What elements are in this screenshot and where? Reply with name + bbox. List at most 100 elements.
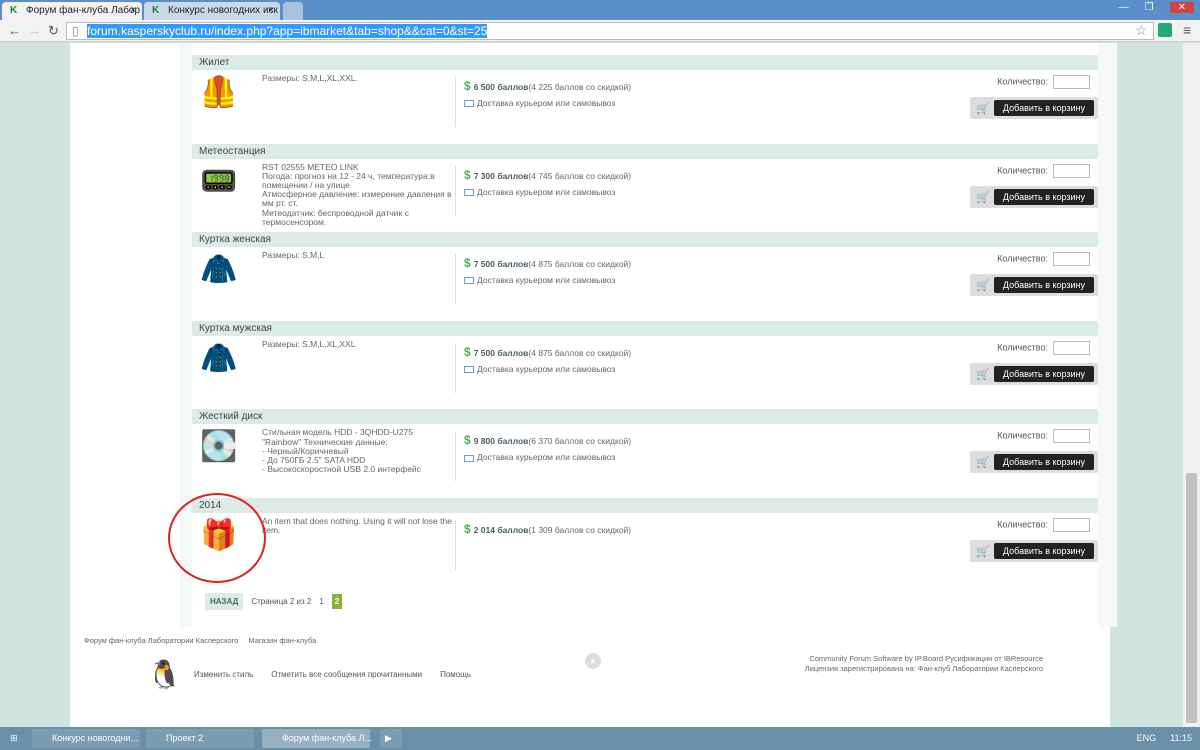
menu-icon[interactable]: ≡: [1183, 22, 1191, 38]
product-price: $7 500 баллов(4 875 баллов со скидкой): [464, 345, 631, 359]
divider: [455, 519, 456, 570]
pager-page-2[interactable]: 2: [331, 594, 343, 609]
close-window-icon[interactable]: ✕: [1169, 2, 1194, 13]
divider: [455, 165, 456, 216]
tab-forum[interactable]: K Форум фан-клуба Лабор ×: [2, 2, 142, 20]
kaspersky-icon: K: [152, 5, 160, 16]
system-tray: ENG 11:15: [1137, 733, 1192, 743]
quantity-input[interactable]: [1053, 252, 1090, 267]
quantity-input[interactable]: [1053, 429, 1090, 444]
pager-page-1[interactable]: 1: [319, 597, 323, 606]
quantity-field: Количество:: [997, 252, 1090, 267]
quantity-field: Количество:: [997, 429, 1090, 444]
jacket-green-icon[interactable]: 🧥: [200, 252, 238, 294]
reload-icon[interactable]: ↻: [48, 23, 59, 39]
divider: [455, 77, 456, 127]
footer-credits: Community Forum Software by IP.Board Рус…: [805, 654, 1043, 674]
dollar-icon: $: [464, 344, 471, 359]
discount-price: (1 309 баллов со скидкой): [528, 524, 632, 535]
cart-icon: 🛒: [976, 545, 990, 558]
footer-nav: Изменить стиль Отметить все сообщения про…: [194, 670, 489, 679]
vest-icon[interactable]: 🦺: [200, 75, 238, 117]
taskbar: ⊞ Конкурс новогодни... Проект 2 Форум фа…: [0, 727, 1200, 750]
weather-station-icon[interactable]: 📟: [200, 164, 238, 206]
quantity-field: Количество:: [997, 340, 1090, 355]
product-title: Жилет: [192, 55, 1098, 70]
product-list: Жилет 🦺 Размеры: S,M,L,XL,XXL. $6 500 ба…: [192, 55, 1098, 587]
price-value: 6 500 баллов: [473, 82, 529, 92]
product-description: Размеры: S,M,L,XL,XXL: [262, 338, 356, 349]
product-price: $6 500 баллов(4 225 баллов со скидкой): [464, 79, 631, 93]
quantity-input[interactable]: [1053, 163, 1090, 178]
add-to-cart-button[interactable]: Добавить в корзину: [994, 188, 1094, 205]
license-line: Лицензия зарегистрирована на: Фан-клуб Л…: [804, 664, 1043, 673]
taskbar-item-folder[interactable]: Проект 2: [146, 729, 254, 748]
mark-read-link[interactable]: Отметить все сообщения прочитанными: [271, 670, 422, 679]
credit-line: Community Forum Software by IP.Board Рус…: [809, 654, 1043, 663]
price-value: 7 300 баллов: [473, 170, 529, 181]
change-style-link[interactable]: Изменить стиль: [194, 670, 253, 679]
help-link[interactable]: Помощь: [440, 670, 471, 679]
quantity-input[interactable]: [1053, 75, 1090, 89]
forward-icon[interactable]: →: [28, 23, 41, 38]
footer-link-forum[interactable]: Форум фан-клуба Лаборатории Касперского: [84, 636, 238, 645]
delivery-info: Доставка курьером или самовывоз: [464, 452, 615, 462]
scrollbar[interactable]: [1183, 43, 1200, 727]
dollar-icon: $: [464, 167, 471, 182]
product-item: Куртка мужская 🧥 Размеры: S,M,L,XL,XXL $…: [192, 320, 1098, 410]
envelope-icon: [464, 454, 474, 462]
pager-back-button[interactable]: НАЗАД: [205, 593, 244, 610]
close-icon[interactable]: ×: [268, 5, 274, 16]
envelope-icon: [464, 366, 474, 374]
price-value: 7 500 баллов: [473, 259, 529, 270]
discount-price: (4 745 баллов со скидкой): [528, 170, 632, 181]
delivery-info: Доставка курьером или самовывоз: [464, 98, 615, 108]
close-icon[interactable]: ×: [130, 5, 136, 16]
language-indicator[interactable]: ENG: [1137, 733, 1157, 743]
taskbar-item-chrome[interactable]: Форум фан-клуба Л...: [262, 729, 372, 748]
new-tab-button[interactable]: [283, 2, 303, 20]
media-icon[interactable]: ▶: [380, 729, 402, 748]
scrollbar-thumb[interactable]: [1186, 473, 1197, 723]
delivery-info: Доставка курьером или самовывоз: [464, 187, 615, 197]
tab-label: Конкурс новогодних иск: [168, 5, 278, 16]
quantity-input[interactable]: [1053, 340, 1090, 355]
address-bar[interactable]: ▯ forum.kasperskyclub.ru/index.php?app=ib…: [66, 22, 1154, 40]
add-to-cart-button[interactable]: Добавить в корзину: [994, 277, 1094, 294]
back-to-top-icon[interactable]: ▲: [585, 653, 601, 669]
quantity-label: Количество:: [997, 430, 1048, 441]
pagination: НАЗАД Страница 2 из 2 1 2: [205, 593, 343, 610]
footer-link-shop[interactable]: Магазин фан-клуба: [248, 636, 316, 645]
add-to-cart-group: 🛒 Добавить в корзину: [970, 185, 1098, 208]
delivery-info: Доставка курьером или самовывоз: [464, 364, 615, 374]
quantity-field: Количество:: [997, 517, 1090, 532]
tab-contest[interactable]: K Конкурс новогодних иск ×: [144, 2, 280, 20]
restore-icon[interactable]: ❐: [1145, 2, 1154, 13]
add-to-cart-button[interactable]: Добавить в корзину: [994, 100, 1094, 116]
product-title: Жесткий диск: [192, 409, 1098, 425]
delivery-text: Доставка курьером или самовывоз: [477, 98, 616, 108]
add-to-cart-group: 🛒 Добавить в корзину: [970, 362, 1098, 385]
product-title: 2014: [192, 497, 1098, 513]
bookmark-star-icon[interactable]: ☆: [1135, 22, 1148, 39]
minimize-icon[interactable]: —: [1119, 2, 1129, 13]
product-item: Жилет 🦺 Размеры: S,M,L,XL,XXL. $6 500 ба…: [192, 55, 1098, 144]
hard-disk-icon[interactable]: 💽: [200, 429, 238, 471]
product-title: Куртка мужская: [192, 320, 1098, 336]
extension-icon[interactable]: [1158, 23, 1172, 37]
taskbar-item-ie[interactable]: Конкурс новогодни...: [32, 729, 140, 748]
quantity-input[interactable]: [1053, 517, 1090, 532]
quantity-field: Количество:: [997, 163, 1090, 178]
back-icon[interactable]: ←: [8, 23, 21, 38]
divider: [455, 431, 456, 482]
delivery-text: Доставка курьером или самовывоз: [477, 275, 616, 286]
add-to-cart-button[interactable]: Добавить в корзину: [994, 454, 1094, 471]
clock[interactable]: 11:15: [1170, 733, 1192, 743]
add-to-cart-group: 🛒 Добавить в корзину: [970, 451, 1098, 474]
add-to-cart-group: 🛒 Добавить в корзину: [970, 539, 1098, 562]
cart-icon: 🛒: [976, 103, 990, 115]
jacket-dark-icon[interactable]: 🧥: [200, 341, 238, 383]
add-to-cart-button[interactable]: Добавить в корзину: [994, 542, 1094, 559]
start-icon[interactable]: ⊞: [2, 729, 28, 748]
add-to-cart-button[interactable]: Добавить в корзину: [994, 365, 1094, 382]
